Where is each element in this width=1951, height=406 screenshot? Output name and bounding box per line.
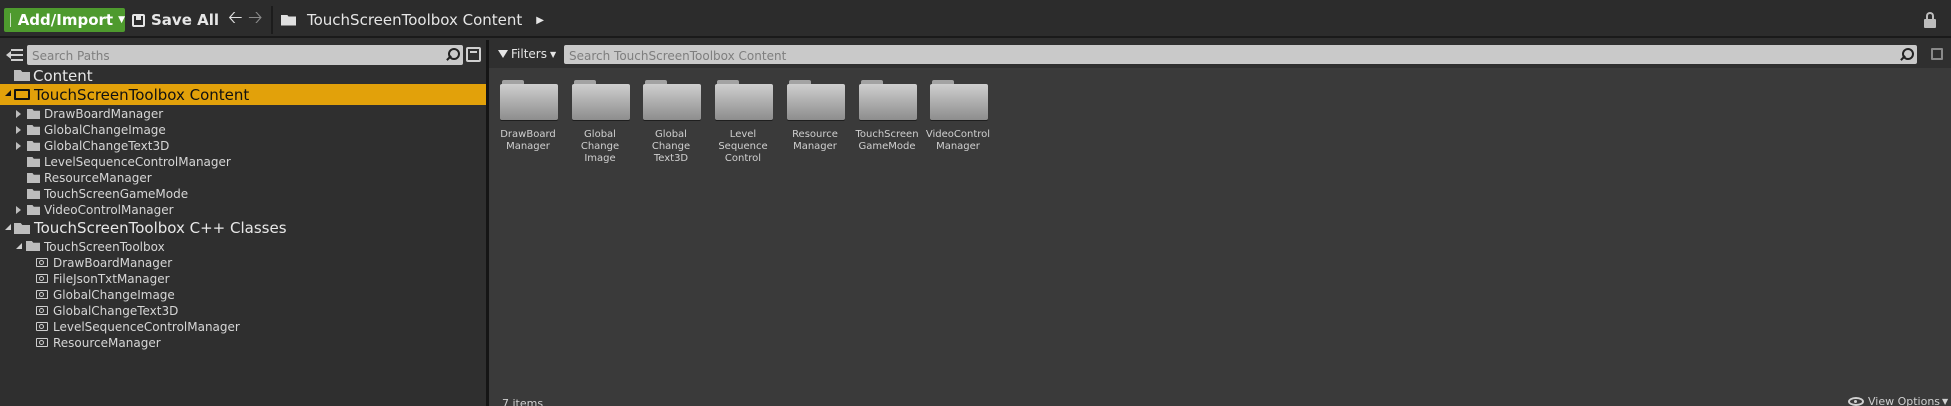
eye-icon: [1848, 397, 1864, 406]
filters-label: Filters: [511, 47, 547, 61]
breadcrumb-label: TouchScreenToolbox Content: [307, 11, 523, 29]
folder-tile-label: VideoControl Manager: [925, 129, 991, 152]
folder-icon: [859, 78, 917, 120]
view-options-label: View Options: [1868, 395, 1941, 406]
chevron-down-icon: ▼: [549, 49, 557, 59]
chevron-down-icon: ▼: [118, 15, 125, 25]
add-import-label: Add/Import: [17, 11, 114, 29]
funnel-icon: [498, 50, 508, 58]
search-paths-input[interactable]: [27, 46, 463, 66]
tree-item-class[interactable]: GlobalChangeImage: [0, 287, 486, 303]
folder-icon: [27, 109, 40, 119]
search-icon: [446, 48, 460, 61]
tree-item-project-content[interactable]: TouchScreenToolbox Content: [0, 84, 486, 105]
toolbar-divider: [271, 6, 273, 34]
folder-icon: [27, 141, 40, 151]
class-icon: [36, 322, 48, 331]
search-paths-field[interactable]: [27, 45, 463, 66]
folder-tile-label: Global Change Image: [580, 129, 620, 164]
expand-arrow-icon[interactable]: [5, 90, 11, 96]
filters-button[interactable]: Filters ▼: [498, 45, 556, 63]
folder-tile-label: Global Change Text3D: [651, 129, 691, 164]
class-icon: [36, 258, 48, 267]
breadcrumb[interactable]: TouchScreenToolbox Content ▶: [281, 8, 544, 32]
document-icon: [10, 13, 11, 27]
folder-tile-label: DrawBoard Manager: [500, 129, 556, 152]
search-content-input[interactable]: [564, 46, 1917, 66]
class-icon: [36, 290, 48, 299]
chevron-down-icon: ▼: [1942, 397, 1949, 406]
folder-icon: [14, 70, 30, 81]
expand-arrow-icon[interactable]: [16, 126, 21, 134]
folder-tile-label: Resource Manager: [792, 129, 838, 152]
arrow-left-icon[interactable]: 🡠: [228, 7, 246, 32]
search-content-field[interactable]: [564, 45, 1917, 66]
folder-tile-label: Level Sequence Control: [718, 129, 768, 164]
paths-panel: Content TouchScreenToolbox Content DrawB…: [0, 40, 486, 406]
tree-item-class[interactable]: FileJsonTxtManager: [0, 271, 486, 287]
add-import-button[interactable]: Add/Import ▼: [4, 8, 125, 32]
folder-open-icon: [281, 14, 296, 26]
view-list-icon[interactable]: [466, 47, 481, 62]
folder-icon: [643, 78, 701, 120]
tree-item-folder[interactable]: LevelSequenceControlManager: [0, 154, 486, 170]
folder-open-icon: [14, 89, 30, 100]
expand-arrow-icon[interactable]: [16, 206, 21, 214]
class-icon: [36, 274, 48, 283]
folder-icon: [930, 78, 988, 120]
folder-icon: [787, 78, 845, 120]
folder-icon: [27, 189, 40, 199]
tree-item-class[interactable]: GlobalChangeText3D: [0, 303, 486, 319]
folder-icon: [715, 78, 773, 120]
collapse-sources-icon[interactable]: [6, 47, 23, 62]
folder-icon: [27, 205, 40, 215]
content-panel: Filters ▼ DrawBoard Manager Global Chang…: [489, 40, 1951, 406]
folder-icon: [27, 125, 40, 135]
tree-item-content[interactable]: Content: [0, 66, 486, 86]
save-search-icon[interactable]: [1931, 48, 1943, 60]
tree-item-module[interactable]: TouchScreenToolbox: [0, 238, 486, 255]
tree-item-folder[interactable]: TouchScreenGameMode: [0, 186, 486, 202]
arrow-right-icon[interactable]: 🡢: [248, 7, 266, 32]
folder-tile-label: TouchScreen GameMode: [855, 129, 919, 152]
view-options-button[interactable]: View Options ▼: [1848, 395, 1948, 406]
folder-icon: [27, 173, 40, 183]
save-all-label: Save All: [151, 11, 219, 29]
items-count: 7 items: [502, 397, 544, 406]
class-icon: [36, 338, 48, 347]
tree-item-folder[interactable]: VideoControlManager: [0, 202, 486, 218]
tree-item-class[interactable]: LevelSequenceControlManager: [0, 319, 486, 335]
class-folder-icon: [14, 223, 30, 234]
tree-item-folder[interactable]: ResourceManager: [0, 170, 486, 186]
expand-arrow-icon[interactable]: [16, 243, 22, 249]
expand-arrow-icon[interactable]: [16, 110, 21, 118]
folder-icon: [500, 78, 558, 120]
save-all-button[interactable]: Save All: [132, 8, 219, 32]
tree-item-cpp-classes[interactable]: TouchScreenToolbox C++ Classes: [0, 218, 486, 238]
content-toolbar: Filters ▼: [489, 40, 1951, 68]
expand-arrow-icon[interactable]: [5, 224, 11, 230]
toolbar: Add/Import ▼ Save All 🡠 🡢 TouchScreenToo…: [0, 0, 1951, 38]
tree-item-folder[interactable]: DrawBoardManager: [0, 106, 486, 122]
breadcrumb-arrow-icon[interactable]: ▶: [536, 15, 544, 26]
class-icon: [36, 306, 48, 315]
tree-item-folder[interactable]: GlobalChangeText3D: [0, 138, 486, 154]
class-folder-icon: [26, 241, 40, 251]
search-icon: [1900, 48, 1914, 61]
folder-icon: [27, 157, 40, 167]
folder-tree: Content TouchScreenToolbox Content DrawB…: [0, 66, 486, 351]
expand-arrow-icon[interactable]: [16, 142, 21, 150]
lock-icon[interactable]: [1924, 12, 1938, 28]
tree-item-folder[interactable]: GlobalChangeImage: [0, 122, 486, 138]
save-icon: [132, 13, 145, 27]
folder-icon: [572, 78, 630, 120]
tree-item-class[interactable]: DrawBoardManager: [0, 255, 486, 271]
tree-item-class[interactable]: ResourceManager: [0, 335, 486, 351]
